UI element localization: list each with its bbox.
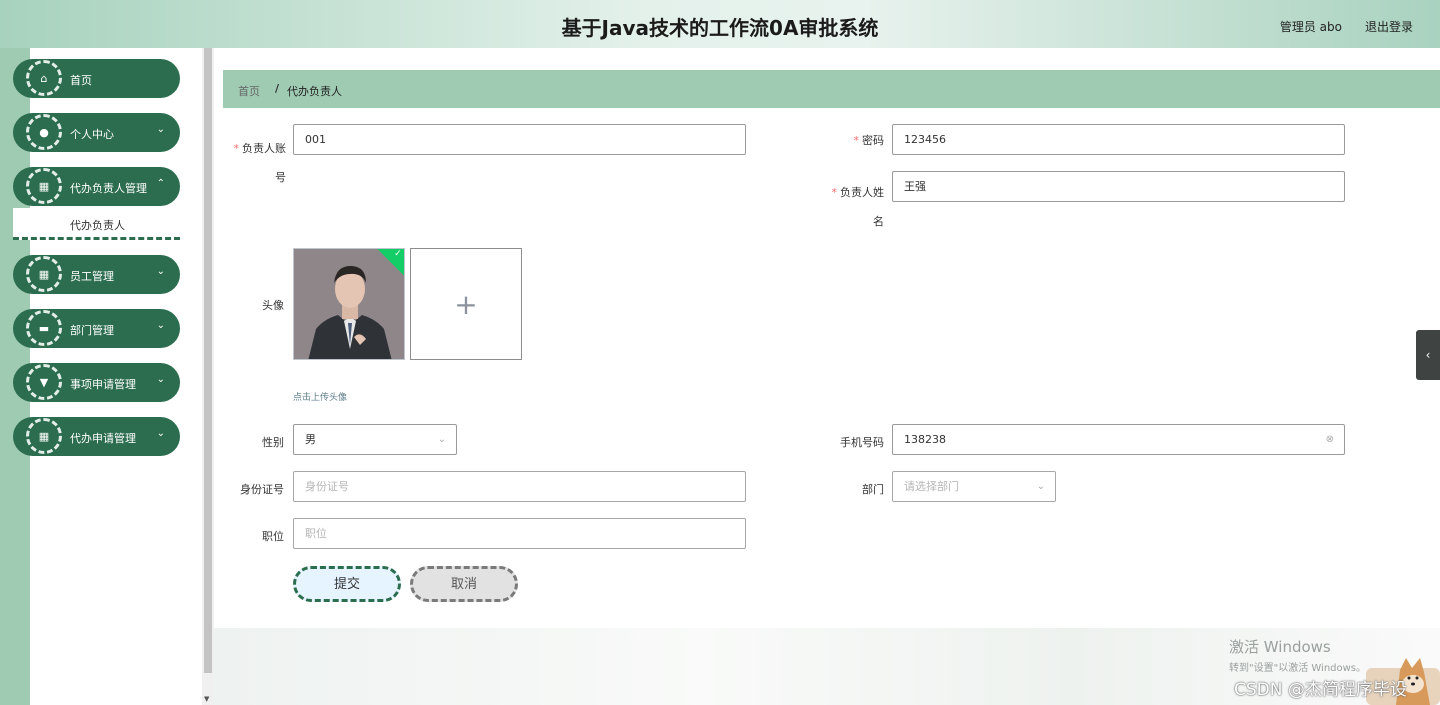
chevron-down-icon: ⌄ — [156, 374, 165, 385]
account-input[interactable]: 001 — [293, 124, 746, 155]
cancel-button[interactable]: 取消 — [410, 566, 518, 602]
name-label: * 负责人姓名 — [831, 186, 885, 228]
chevron-down-icon: ⌄ — [1036, 481, 1045, 492]
scrollbar-thumb[interactable] — [204, 48, 212, 673]
position-label: 职位 — [262, 530, 284, 543]
side-panel-toggle[interactable]: ‹ — [1416, 330, 1440, 380]
sidebar-item-request[interactable]: ▼ 事项申请管理 ⌄ — [13, 363, 180, 402]
password-input[interactable]: 123456 — [892, 124, 1345, 155]
sidebar-scrollbar[interactable]: ▼ — [202, 48, 214, 705]
clear-icon[interactable]: ⊗ — [1326, 425, 1334, 454]
avatar-label: 头像 — [262, 299, 284, 312]
gender-select[interactable]: 男 ⌄ — [293, 424, 457, 455]
dept-label: 部门 — [862, 483, 884, 496]
sidebar-item-employee[interactable]: ▦ 员工管理 ⌄ — [13, 255, 180, 294]
dept-select[interactable]: 请选择部门 ⌄ — [892, 471, 1056, 502]
pin-icon: ▼ — [26, 364, 62, 400]
csdn-watermark: CSDN @杰简程序毕设 — [1234, 680, 1407, 700]
position-input[interactable]: 职位 — [293, 518, 746, 549]
sidebar-item-label: 个人中心 — [70, 128, 114, 141]
sidebar-item-label: 首页 — [70, 74, 92, 87]
idcard-input[interactable]: 身份证号 — [293, 471, 746, 502]
sidebar-item-department[interactable]: ▬ 部门管理 ⌄ — [13, 309, 180, 348]
top-header: 基于Java技术的工作流0A审批系统 管理员 abo 退出登录 — [0, 0, 1440, 48]
grid-icon: ▦ — [26, 168, 62, 204]
name-input[interactable]: 王强 — [892, 171, 1345, 202]
plus-icon: + — [454, 287, 478, 321]
submenu-item-agent[interactable]: 代办负责人 — [13, 208, 180, 240]
sidebar-item-label: 代办申请管理 — [70, 432, 136, 445]
breadcrumb-home[interactable]: 首页 — [238, 83, 260, 99]
upload-tip: 点击上传头像 — [293, 393, 348, 403]
scroll-down-arrow[interactable]: ▼ — [204, 695, 209, 703]
breadcrumb: 首页 / 代办负责人 — [223, 70, 1440, 108]
windows-activation-watermark: 激活 Windows 转到"设置"以激活 Windows。 — [1229, 638, 1367, 674]
chevron-down-icon: ⌄ — [156, 266, 165, 277]
monitor-icon: ▬ — [26, 310, 62, 346]
sidebar-item-label: 部门管理 — [70, 324, 114, 337]
check-icon: ✓ — [394, 248, 402, 259]
current-user: 管理员 abo — [1279, 20, 1342, 34]
chevron-up-icon: ⌃ — [156, 178, 165, 189]
user-icon: ● — [26, 114, 62, 150]
phone-input[interactable]: 138238 ⊗ — [892, 424, 1345, 455]
dept-placeholder: 请选择部门 — [904, 480, 959, 493]
phone-label: 手机号码 — [840, 436, 884, 449]
logout-link[interactable]: 退出登录 — [1365, 18, 1413, 35]
chevron-down-icon: ⌄ — [437, 434, 446, 445]
sidebar-item-label: 员工管理 — [70, 270, 114, 283]
account-label: * 负责人账号 — [233, 142, 287, 184]
idcard-label: 身份证号 — [240, 483, 284, 496]
chevron-down-icon: ⌄ — [156, 124, 165, 135]
sidebar-item-home[interactable]: ⌂ 首页 — [13, 59, 180, 98]
submit-button[interactable]: 提交 — [293, 566, 401, 602]
submenu-item-label: 代办负责人 — [70, 219, 125, 232]
phone-value: 138238 — [904, 433, 946, 446]
sidebar-item-label: 代办负责人管理 — [70, 182, 147, 195]
system-title: 基于Java技术的工作流0A审批系统 — [561, 16, 879, 40]
grid-icon: ▦ — [26, 256, 62, 292]
sidebar-item-agent-request[interactable]: ▦ 代办申请管理 ⌄ — [13, 417, 180, 456]
upload-avatar-button[interactable]: + — [410, 248, 522, 360]
grid-icon: ▦ — [26, 418, 62, 454]
sidebar-item-label: 事项申请管理 — [70, 378, 136, 391]
main-content: 首页 / 代办负责人 * 负责人账号 001 * 密码 123456 * 负责人姓名 … — [214, 48, 1440, 705]
breadcrumb-current: 代办负责人 — [287, 85, 342, 98]
gender-value: 男 — [305, 433, 316, 446]
home-icon: ⌂ — [26, 60, 62, 96]
chevron-left-icon: ‹ — [1425, 348, 1431, 362]
breadcrumb-separator: / — [275, 82, 280, 95]
avatar-image[interactable]: ✓ — [293, 248, 405, 360]
person-photo — [294, 249, 404, 359]
sidebar-item-agent-manager[interactable]: ▦ 代办负责人管理 ⌃ — [13, 167, 180, 206]
password-label: * 密码 — [853, 134, 885, 147]
sidebar-item-profile[interactable]: ● 个人中心 ⌄ — [13, 113, 180, 152]
chevron-down-icon: ⌄ — [156, 428, 165, 439]
gender-label: 性别 — [262, 436, 284, 449]
chevron-down-icon: ⌄ — [156, 320, 165, 331]
